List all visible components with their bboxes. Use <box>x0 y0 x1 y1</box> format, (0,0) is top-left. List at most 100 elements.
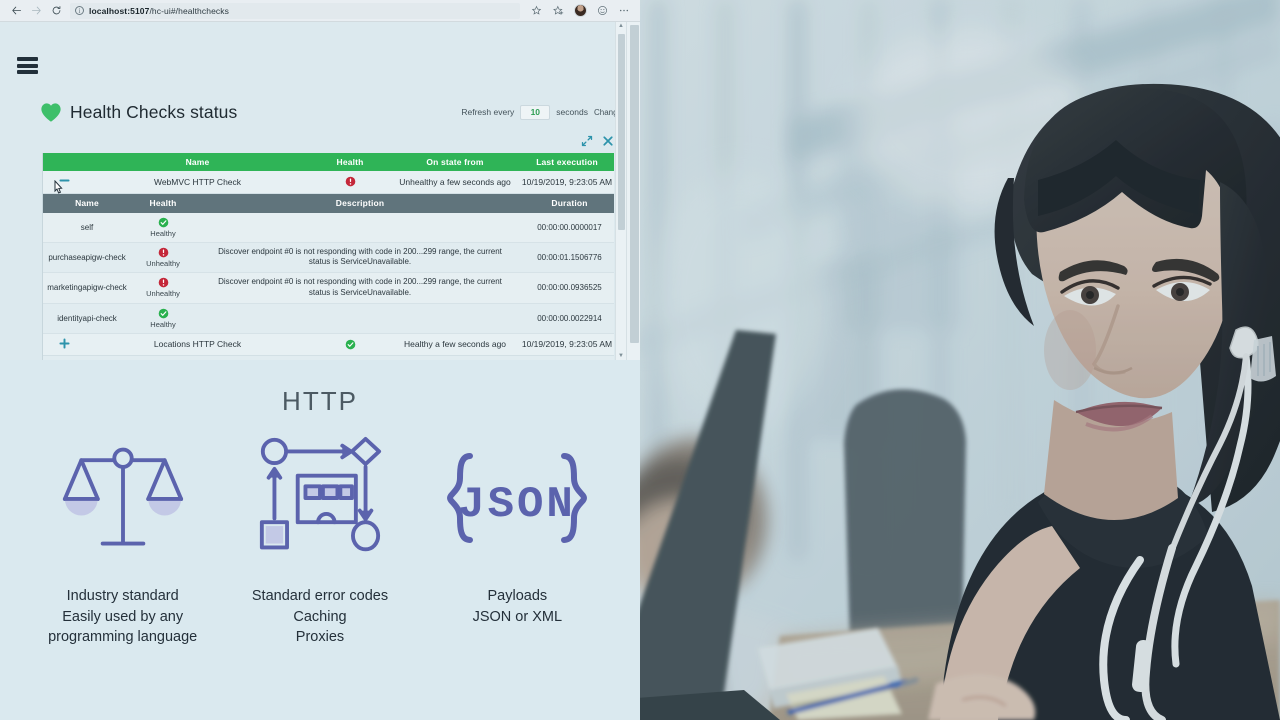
site-info-icon[interactable]: i <box>75 6 84 15</box>
content-scrollbar-thumb[interactable] <box>618 34 625 230</box>
unhealthy-circle-icon <box>158 278 168 288</box>
star-icon[interactable] <box>526 2 546 20</box>
detail-health-label: Healthy <box>150 228 176 238</box>
heart-icon <box>41 102 61 122</box>
slide-card-payloads: JSON Payloads JSON or XML <box>422 438 612 627</box>
card3-line1: Payloads <box>487 588 548 604</box>
browser-toolbar: i localhost:5107/hc-ui#/healthchecks <box>0 0 640 22</box>
detail-health-label: Unhealthy <box>146 289 180 299</box>
details-table-body: self Healthy 00:00:00.0000017 purchaseap… <box>43 212 614 334</box>
profile-avatar-icon[interactable] <box>570 2 590 20</box>
content-scrollbar[interactable]: ▲ ▼ <box>615 22 626 360</box>
url-path: /hc-ui#/healthchecks <box>149 5 229 16</box>
row-toggle-cell[interactable] <box>43 333 85 357</box>
forward-arrow-icon[interactable] <box>26 2 46 20</box>
unhealthy-circle-icon <box>345 176 355 187</box>
healthchecks-table: Name Health On state from Last execution <box>42 153 614 360</box>
detail-health: Unhealthy <box>131 242 195 274</box>
browser-tool-icons <box>526 2 634 20</box>
detail-health: Healthy <box>131 212 195 243</box>
main-table-body: WebMVC HTTP Check Unhealthy a few second… <box>43 171 614 360</box>
add-to-collections-icon[interactable] <box>548 2 568 20</box>
scroll-down-arrow-icon[interactable]: ▼ <box>616 353 626 359</box>
row-last-execution: 10/19/2019, 9:23:05 AM <box>520 333 614 357</box>
detail-description <box>195 212 525 243</box>
json-braces-icon: JSON <box>442 438 592 558</box>
table-row[interactable]: WebMVC HTTP Check Unhealthy a few second… <box>43 171 614 194</box>
col-header-name[interactable]: Name <box>85 153 310 171</box>
details-table: Name Health Description Duration self He… <box>43 193 614 334</box>
row-name: Locations HTTP Check <box>85 333 310 357</box>
reload-icon[interactable] <box>46 2 66 20</box>
more-options-icon[interactable] <box>614 2 634 20</box>
window-scrollbar[interactable] <box>626 22 640 360</box>
detail-name: marketingapigw-check <box>43 272 131 304</box>
table-row[interactable]: Locations HTTP Check Healthy a few secon… <box>43 333 614 357</box>
details-wrapper: Name Health Description Duration self He… <box>43 193 614 334</box>
row-last-execution: 10/19/2019, 9:23:05 AM <box>520 171 614 194</box>
details-table-head: Name Health Description Duration <box>43 193 614 213</box>
col-header-health[interactable]: Health <box>310 153 390 171</box>
detail-row: identityapi-check Healthy 00:00:00.00229… <box>43 303 614 334</box>
row-state: Healthy a few seconds ago <box>390 333 520 357</box>
left-pane: i localhost:5107/hc-ui#/healthchecks Hea… <box>0 0 640 720</box>
detail-col-duration[interactable]: Duration <box>525 193 614 213</box>
healthy-circle-icon <box>158 217 168 227</box>
refresh-seconds-input[interactable]: 10 <box>520 104 551 120</box>
detail-name: identityapi-check <box>43 303 131 334</box>
col-header-last-execution[interactable]: Last execution <box>520 153 614 171</box>
slide-card-industry-standard: Industry standard Easily used by any pro… <box>28 438 218 648</box>
detail-description: Discover endpoint #0 is not responding w… <box>195 272 525 304</box>
hamburger-menu-icon[interactable] <box>17 57 38 74</box>
col-header-toggle[interactable] <box>43 153 85 171</box>
close-x-icon[interactable] <box>602 134 614 152</box>
card3-line2: JSON or XML <box>472 608 563 625</box>
refresh-suffix-label: seconds <box>556 107 588 117</box>
card1-line2: Easily used by any programming language <box>48 608 198 646</box>
flowchart-diagram-icon <box>257 436 383 558</box>
url-text: localhost:5107/hc-ui#/healthchecks <box>89 6 229 16</box>
detail-row: self Healthy 00:00:00.0000017 <box>43 212 614 243</box>
refresh-prefix-label: Refresh every <box>461 107 515 117</box>
card2-line1: Standard error codes <box>251 588 389 604</box>
detail-duration: 00:00:00.0936525 <box>525 272 614 304</box>
row-health <box>310 333 390 357</box>
window-scrollbar-thumb[interactable] <box>630 25 639 343</box>
back-arrow-icon[interactable] <box>6 2 26 20</box>
expand-plus-icon[interactable] <box>58 338 71 353</box>
healthy-circle-icon <box>345 339 355 350</box>
slide-card-text: Payloads JSON or XML <box>473 586 562 627</box>
row-name: WebMVC HTTP Check <box>85 171 310 194</box>
mouse-cursor-pointer <box>54 180 63 194</box>
address-bar[interactable]: i localhost:5107/hc-ui#/healthchecks <box>70 2 520 19</box>
detail-row: purchaseapigw-check Unhealthy Discover e… <box>43 242 614 274</box>
presenter-photo <box>640 0 1280 720</box>
slide-title: HTTP <box>282 386 358 416</box>
details-cell: Name Health Description Duration self He… <box>43 193 614 334</box>
presenter-video <box>640 0 1280 720</box>
col-header-state[interactable]: On state from <box>390 153 520 171</box>
card1-line1: Industry standard <box>66 588 179 604</box>
table-row-details: Name Health Description Duration self He… <box>43 193 614 334</box>
refresh-control: Refresh every 10 seconds Change <box>461 104 622 120</box>
detail-name: purchaseapigw-check <box>43 242 131 274</box>
scroll-up-arrow-icon[interactable]: ▲ <box>616 23 626 29</box>
smiley-face-icon[interactable] <box>592 2 612 20</box>
main-header-row: Name Health On state from Last execution <box>43 153 614 171</box>
detail-health-label: Healthy <box>150 319 176 329</box>
detail-duration: 00:00:00.0000017 <box>525 212 614 243</box>
slide-card-text: Standard error codes Caching Proxies <box>252 586 388 648</box>
detail-col-health[interactable]: Health <box>131 193 195 213</box>
svg-text:JSON: JSON <box>459 480 577 530</box>
healthy-circle-icon <box>158 308 168 318</box>
expand-arrows-icon[interactable] <box>581 134 593 152</box>
url-host: localhost:5107 <box>89 5 150 16</box>
main-table: Name Health On state from Last execution <box>43 153 614 360</box>
detail-col-description[interactable]: Description <box>195 193 525 213</box>
detail-row: marketingapigw-check Unhealthy Discover … <box>43 272 614 304</box>
web-page: Health Checks status Refresh every 10 se… <box>0 22 640 360</box>
page-title: Health Checks status <box>70 101 238 122</box>
detail-health-label: Unhealthy <box>146 258 180 268</box>
detail-duration: 00:00:00.0022914 <box>525 303 614 334</box>
detail-health: Unhealthy <box>131 272 195 304</box>
